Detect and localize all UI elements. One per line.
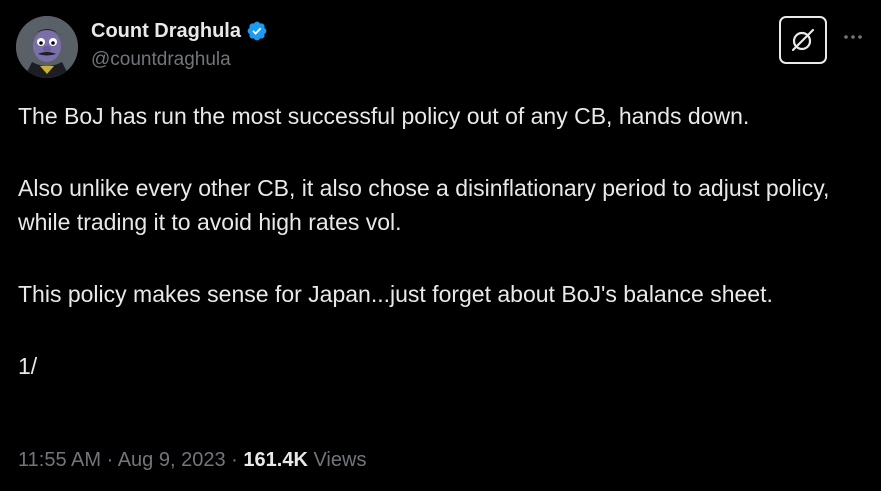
tweet-date[interactable]: Aug 9, 2023 [118,449,226,471]
views-count[interactable]: 161.4K [243,449,308,471]
tweet: Count Draghula @countdraghula The BoJ ha… [0,0,881,491]
meta-separator: · [106,449,114,471]
more-options-icon [844,35,862,39]
grok-button[interactable] [779,16,827,64]
views-label: Views [313,449,367,471]
avatar[interactable] [16,16,78,78]
grok-icon [791,28,815,52]
tweet-time[interactable]: 11:55 AM [18,449,101,471]
tweet-paragraph: The BoJ has run the most successful poli… [18,103,750,129]
tweet-meta: 11:55 AM · Aug 9, 2023 · 161.4K Views [18,446,366,474]
avatar-image [16,16,78,78]
display-name[interactable]: Count Draghula [91,17,241,45]
more-options-button[interactable] [838,22,868,52]
tweet-paragraph: Also unlike every other CB, it also chos… [18,175,830,235]
meta-separator: · [231,449,238,471]
verified-badge-icon[interactable] [246,20,268,42]
author-info: Count Draghula @countdraghula [91,17,268,73]
tweet-paragraph: This policy makes sense for Japan...just… [18,281,773,307]
name-row: Count Draghula [91,17,268,45]
handle[interactable]: @countdraghula [91,47,268,73]
tweet-text: The BoJ has run the most successful poli… [18,99,873,383]
tweet-paragraph: 1/ [18,353,38,379]
